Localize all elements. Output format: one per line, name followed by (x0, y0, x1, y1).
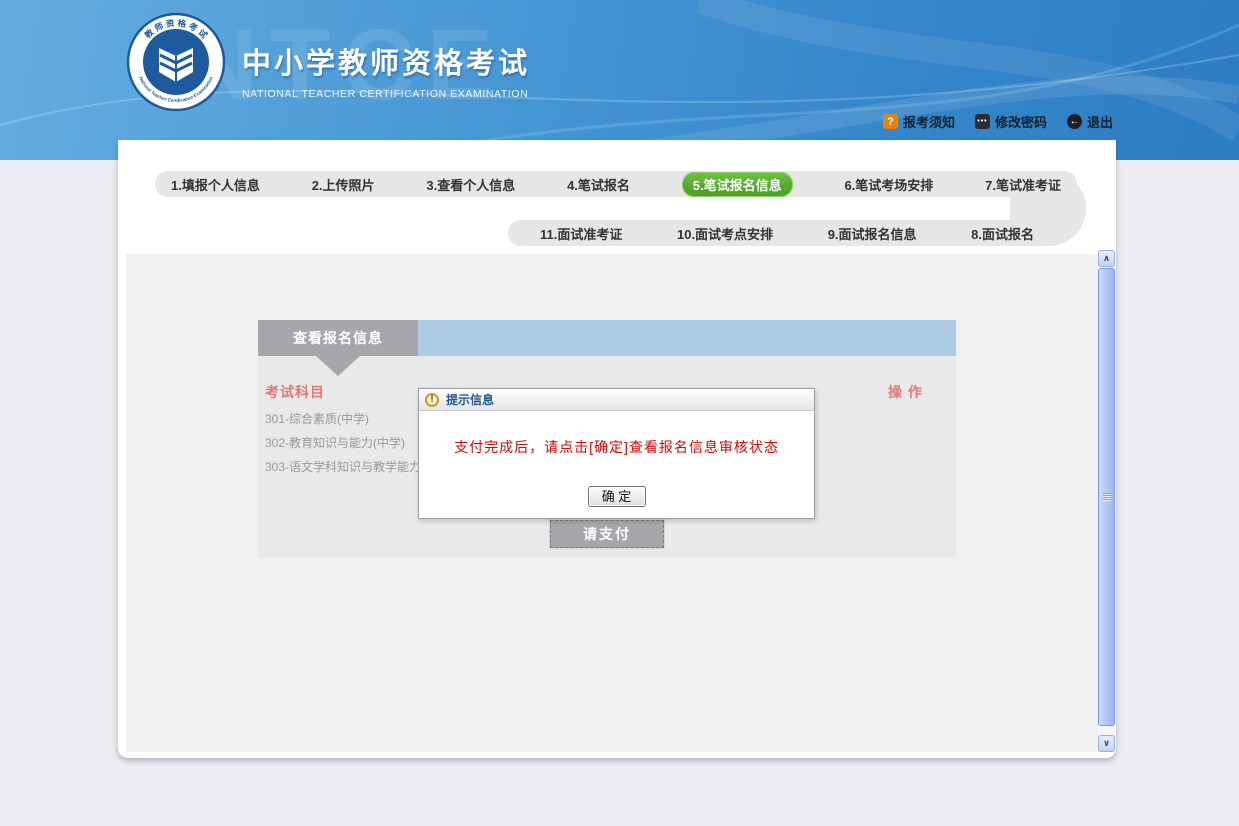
site-title: 中小学教师资格考试 (242, 40, 530, 82)
scroll-up-button[interactable]: ∧ (1098, 250, 1115, 267)
tab-view-registration-info[interactable]: 查看报名信息 (258, 320, 418, 356)
exit-icon: ← (1067, 114, 1082, 129)
password-icon: ••• (975, 114, 990, 129)
step-3-view-personal-info[interactable]: 3.查看个人信息 (426, 175, 515, 194)
main-wrapper: 1.填报个人信息 2.上传照片 3.查看个人信息 4.笔试报名 5.笔试报名信息… (118, 140, 1116, 758)
operation-heading: 操 作 (888, 382, 923, 402)
change-password-label: 修改密码 (995, 112, 1047, 131)
exam-notice-label: 报考须知 (903, 112, 955, 131)
scrollbar-grip (1103, 493, 1111, 501)
dialog-message: 支付完成后，请点击[确定]查看报名信息审核状态 (419, 437, 814, 457)
step-9-interview-registration-info[interactable]: 9.面试报名信息 (828, 224, 917, 243)
step-4-written-registration[interactable]: 4.笔试报名 (567, 175, 630, 194)
step-11-interview-admission-ticket[interactable]: 11.面试准考证 (540, 224, 622, 243)
step-1-personal-info[interactable]: 1.填报个人信息 (171, 175, 260, 194)
dialog-title-bar: ! 提示信息 (419, 389, 814, 411)
steps-row-interview: 11.面试准考证 10.面试考点安排 9.面试报名信息 8.面试报名 (508, 220, 1066, 246)
tab-header-bar (418, 320, 956, 356)
scroll-down-button[interactable]: ∨ (1098, 735, 1115, 752)
scrollbar-thumb[interactable] (1098, 268, 1115, 726)
site-subtitle: NATIONAL TEACHER CERTIFICATION EXAMINATI… (242, 88, 530, 100)
subject-301: 301-综合素质(中学) (265, 410, 369, 427)
step-7-written-admission-ticket[interactable]: 7.笔试准考证 (985, 175, 1061, 194)
header-links: ? 报考须知 ••• 修改密码 ← 退出 (883, 112, 1113, 131)
ntce-logo: 教 师 资 格 考 试 National Teacher Certificati… (126, 10, 226, 114)
step-5-written-registration-info-active[interactable]: 5.笔试报名信息 (682, 172, 793, 197)
page: NTCE 教 师 资 格 考 试 National Teacher Certif… (0, 0, 1239, 826)
step-2-upload-photo[interactable]: 2.上传照片 (312, 175, 375, 194)
exam-notice-link[interactable]: ? 报考须知 (883, 112, 955, 131)
subject-302: 302-教育知识与能力(中学) (265, 434, 405, 451)
header: NTCE 教 师 资 格 考 试 National Teacher Certif… (0, 0, 1239, 160)
info-icon: ! (425, 393, 439, 407)
logout-label: 退出 (1087, 112, 1113, 131)
site-title-block: 中小学教师资格考试 NATIONAL TEACHER CERTIFICATION… (242, 40, 530, 100)
dialog-title: 提示信息 (446, 391, 494, 408)
pay-button[interactable]: 请支付 (550, 520, 664, 548)
change-password-link[interactable]: ••• 修改密码 (975, 112, 1047, 131)
step-6-written-room-arrangement[interactable]: 6.笔试考场安排 (844, 175, 933, 194)
vertical-scrollbar[interactable]: ∧ ∨ (1098, 250, 1115, 752)
exam-subjects-heading: 考试科目 (265, 382, 325, 402)
ok-button[interactable]: 确 定 (588, 486, 646, 507)
step-8-interview-registration[interactable]: 8.面试报名 (971, 224, 1034, 243)
tab-pointer-triangle (316, 356, 360, 376)
step-10-interview-site-arrangement[interactable]: 10.面试考点安排 (677, 224, 773, 243)
steps-row-written-test: 1.填报个人信息 2.上传照片 3.查看个人信息 4.笔试报名 5.笔试报名信息… (155, 171, 1077, 197)
question-icon: ? (883, 114, 898, 129)
logout-link[interactable]: ← 退出 (1067, 112, 1113, 131)
content-area: 查看报名信息 考试科目 操 作 301-综合素质(中学) 302-教育知识与能力… (126, 254, 1098, 752)
prompt-dialog: ! 提示信息 支付完成后，请点击[确定]查看报名信息审核状态 确 定 (418, 388, 815, 519)
